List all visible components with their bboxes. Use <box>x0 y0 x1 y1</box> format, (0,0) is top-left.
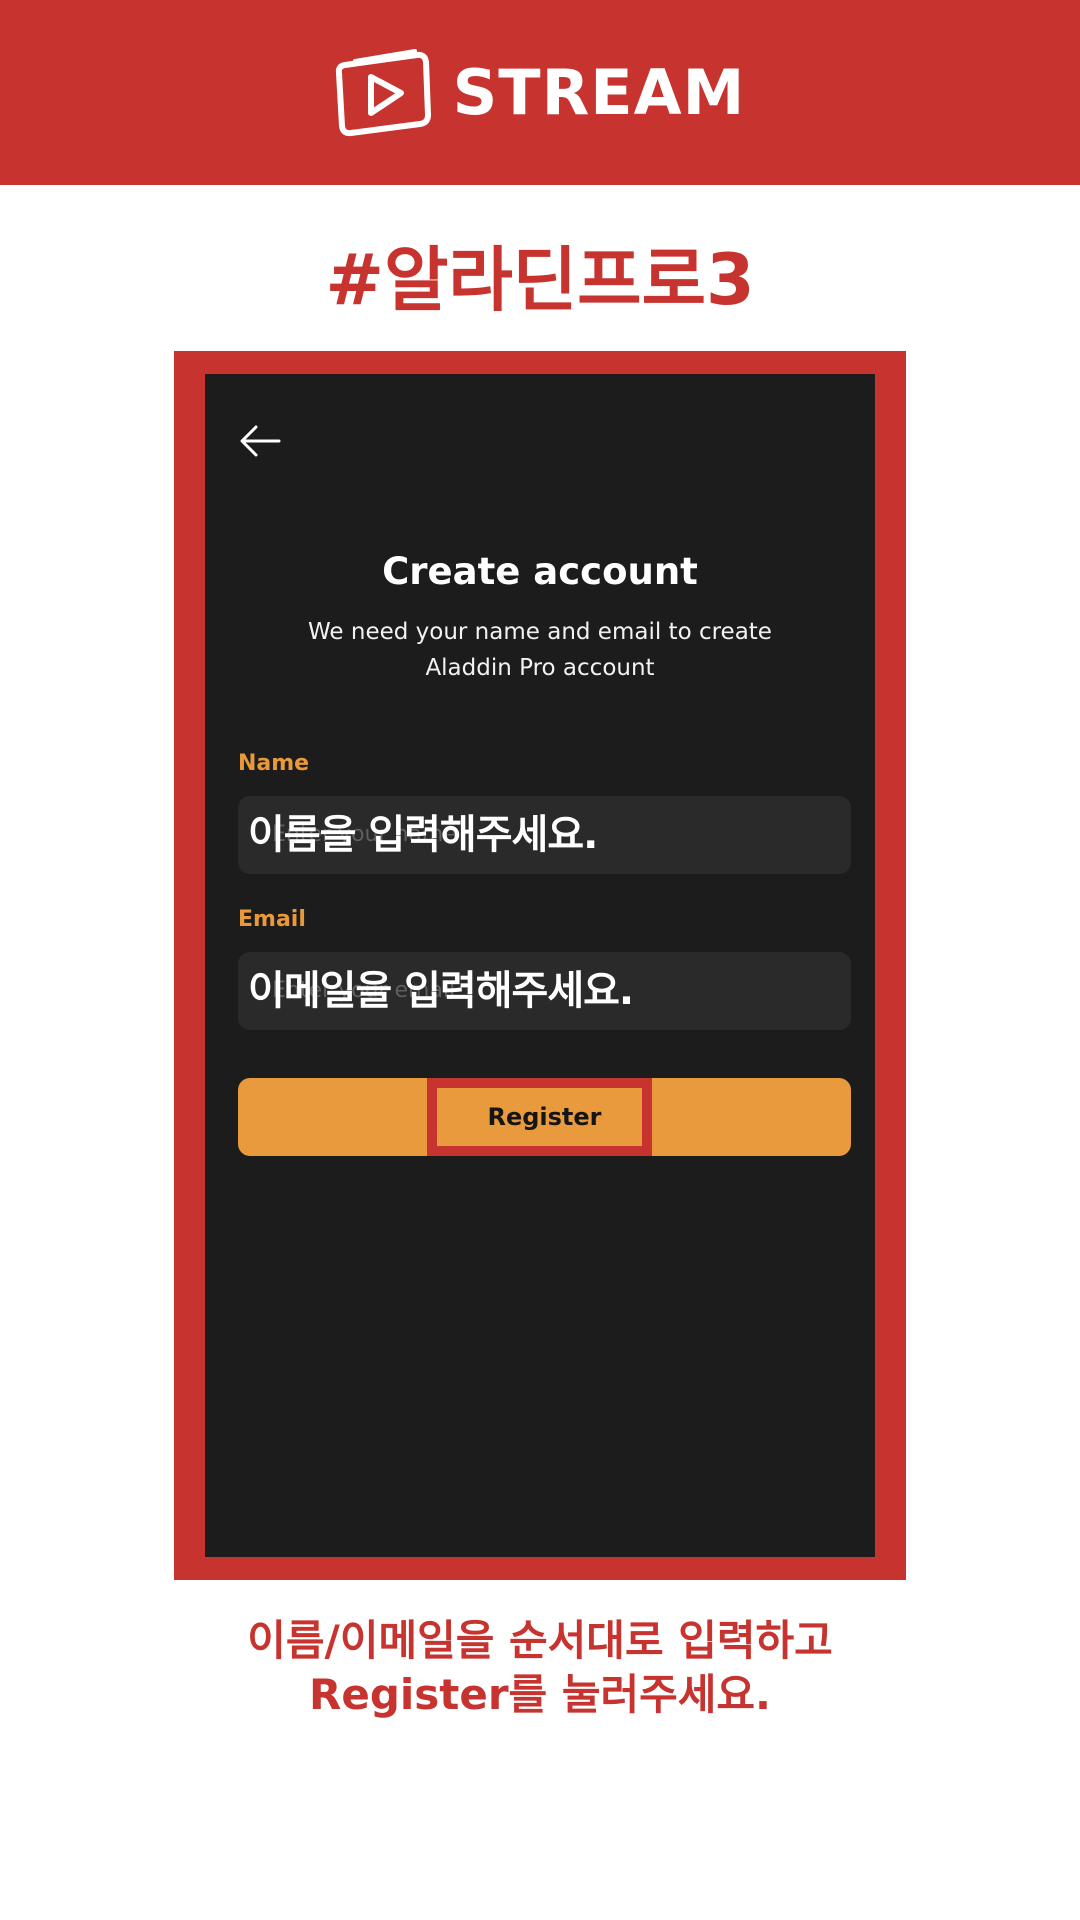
instruction-line-2: Register를 눌러주세요. <box>309 1670 771 1719</box>
email-hint-overlay: 이메일을 입력해주세요. <box>248 968 634 1014</box>
email-label: Email <box>238 907 306 932</box>
stream-logo: STREAM <box>335 47 746 139</box>
register-button[interactable]: Register <box>238 1078 851 1156</box>
hashtag-title: #알라딘프로3 <box>325 239 755 321</box>
name-hint-overlay: 이름을 입력해주세요. <box>248 812 598 858</box>
email-field[interactable]: Enter your email 이메일을 입력해주세요. <box>238 952 851 1030</box>
name-label: Name <box>238 751 310 776</box>
instruction-text: 이름/이메일을 순서대로 입력하고 Register를 눌러주세요. <box>0 1614 1080 1722</box>
page-subtitle: We need your name and email to create Al… <box>308 619 772 681</box>
name-field[interactable]: Enter your name 이름을 입력해주세요. <box>238 796 851 874</box>
instruction-line-1: 이름/이메일을 순서대로 입력하고 <box>247 1616 833 1665</box>
logo-text: STREAM <box>452 55 746 129</box>
register-button-label: Register <box>487 1103 602 1131</box>
play-icon <box>335 48 431 136</box>
header-banner: STREAM <box>0 0 1080 185</box>
page-title: Create account <box>382 550 698 593</box>
arrow-left-icon[interactable] <box>239 424 281 458</box>
create-account-screen: Create account We need your name and ema… <box>205 374 875 1557</box>
